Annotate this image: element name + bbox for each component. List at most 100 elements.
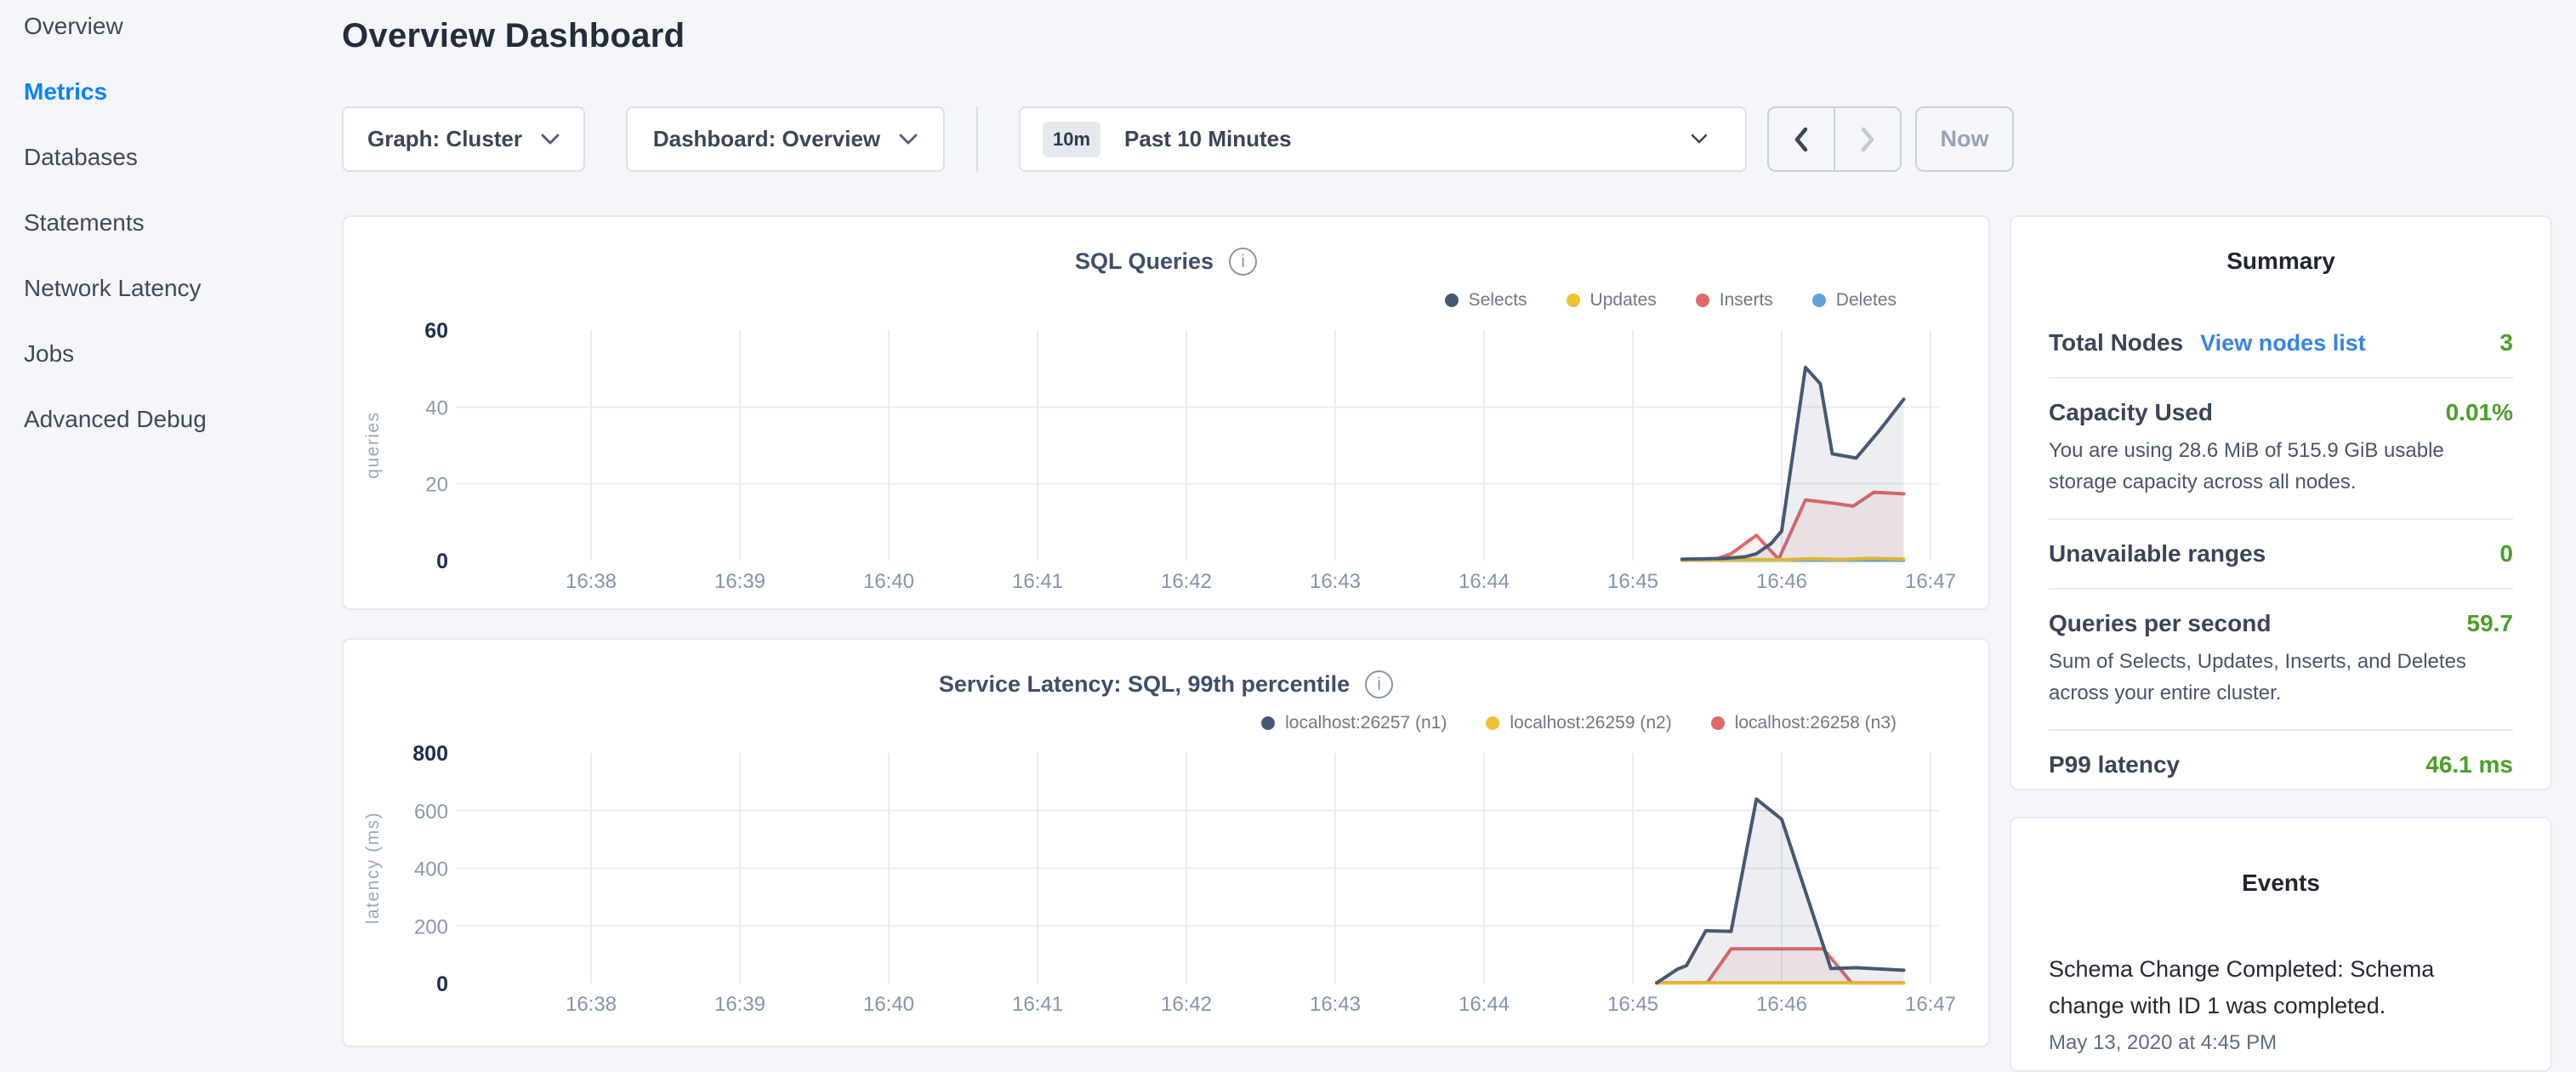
- summary-row-label: Queries per second: [2049, 610, 2271, 637]
- legend-label: Selects: [1469, 290, 1527, 311]
- sidebar-item-advanced-debug[interactable]: Advanced Debug: [24, 405, 342, 434]
- x-tick-label: 16:38: [566, 993, 617, 1016]
- x-tick-label: 16:43: [1310, 993, 1361, 1016]
- legend-label: localhost:26258 (n3): [1735, 713, 1896, 733]
- x-tick-label: 16:44: [1459, 993, 1510, 1016]
- summary-row-capacity-used: Capacity Used 0.01%: [2049, 399, 2513, 426]
- y-tick-label: 0: [436, 972, 448, 996]
- x-tick-label: 16:42: [1161, 570, 1212, 593]
- summary-row-total-nodes: Total NodesView nodes list3: [2049, 329, 2513, 356]
- info-icon[interactable]: i: [1229, 248, 1257, 276]
- summary-row-value: 59.7: [2467, 610, 2514, 637]
- info-icon[interactable]: i: [1365, 670, 1393, 699]
- legend-dot: [1812, 294, 1826, 307]
- chart-title: SQL Queries: [1075, 248, 1214, 275]
- summary-divider: [2049, 729, 2513, 731]
- legend-label: Updates: [1590, 290, 1657, 311]
- chevron-down-icon: [899, 134, 918, 145]
- summary-panel: Summary Total NodesView nodes list3Capac…: [2010, 215, 2552, 790]
- legend-dot: [1486, 716, 1499, 730]
- sql-queries-plot[interactable]: 16:3816:3916:4016:4116:4216:4316:4416:45…: [344, 319, 1988, 608]
- y-tick-label: 200: [414, 915, 448, 938]
- graph-dropdown[interactable]: Graph: Cluster: [342, 106, 585, 172]
- legend-label: Deletes: [1836, 290, 1896, 311]
- legend-item-localhost-26258-n3: localhost:26258 (n3): [1711, 713, 1896, 733]
- summary-row-label: Unavailable ranges: [2049, 540, 2266, 567]
- summary-row-label: P99 latency: [2049, 751, 2180, 778]
- x-tick-label: 16:45: [1607, 993, 1658, 1016]
- sidebar-item-metrics[interactable]: Metrics: [24, 77, 342, 106]
- time-back-button[interactable]: [1769, 108, 1834, 170]
- summary-row-unavailable-ranges: Unavailable ranges 0: [2049, 540, 2513, 567]
- legend-dot: [1261, 716, 1275, 730]
- chart-legend: localhost:26257 (n1) localhost:26259 (n2)…: [1261, 713, 1896, 733]
- summary-row-queries-per-second: Queries per second 59.7: [2049, 610, 2513, 637]
- y-tick-label: 600: [414, 801, 448, 824]
- legend-label: Inserts: [1720, 290, 1773, 311]
- summary-row-label: Capacity Used: [2049, 399, 2213, 426]
- graph-dropdown-label: Graph: Cluster: [367, 126, 522, 152]
- summary-row-label: Total Nodes: [2049, 329, 2183, 356]
- time-range-dropdown[interactable]: 10m Past 10 Minutes: [1019, 106, 1747, 172]
- summary-heading: Summary: [2049, 248, 2513, 275]
- x-tick-label: 16:40: [863, 570, 914, 593]
- legend-dot: [1567, 294, 1580, 307]
- sidebar-item-databases[interactable]: Databases: [24, 143, 342, 172]
- right-column: Summary Total NodesView nodes list3Capac…: [2010, 215, 2552, 1072]
- events-heading: Events: [2049, 870, 2513, 897]
- sidebar-item-statements[interactable]: Statements: [24, 208, 342, 237]
- x-tick-label: 16:44: [1459, 570, 1510, 593]
- legend-item-localhost-26259-n2: localhost:26259 (n2): [1486, 713, 1671, 733]
- x-tick-label: 16:41: [1012, 993, 1063, 1016]
- dashboard-dropdown-label: Dashboard: Overview: [653, 126, 880, 152]
- y-tick-label: 800: [412, 742, 448, 766]
- y-axis-unit-label: latency (ms): [363, 812, 383, 924]
- sql-queries-chart-card: SQL Queries i Selects Updates Inserts Delet…: [342, 215, 1990, 610]
- legend-dot: [1711, 716, 1725, 730]
- legend-dot: [1445, 294, 1459, 307]
- summary-row-description: You are using 28.6 MiB of 515.9 GiB usab…: [2049, 435, 2513, 498]
- chevron-down-icon: [541, 134, 560, 145]
- chart-title: Service Latency: SQL, 99th percentile: [939, 671, 1350, 698]
- summary-divider: [2049, 518, 2513, 520]
- events-panel: Events Schema Change Completed: Schema c…: [2010, 817, 2552, 1072]
- x-tick-label: 16:46: [1756, 570, 1807, 593]
- view-nodes-list-link[interactable]: View nodes list: [2200, 330, 2366, 356]
- legend-label: localhost:26257 (n1): [1285, 713, 1447, 733]
- main-content: Overview Dashboard Graph: Cluster Dashbo…: [342, 0, 1990, 1052]
- service-latency-plot[interactable]: 16:3816:3916:4016:4116:4216:4316:4416:45…: [344, 742, 1988, 1031]
- event-message: Schema Change Completed: Schema change w…: [2049, 951, 2513, 1024]
- summary-row-value: 0.01%: [2446, 399, 2513, 426]
- x-tick-label: 16:38: [566, 570, 617, 593]
- summary-row-p99-latency: P99 latency46.1 ms: [2049, 751, 2513, 778]
- dashboard-dropdown[interactable]: Dashboard: Overview: [626, 106, 945, 172]
- x-tick-label: 16:39: [714, 570, 765, 593]
- time-range-label: Past 10 Minutes: [1124, 126, 1292, 152]
- chart-legend: Selects Updates Inserts Deletes: [1445, 290, 1896, 311]
- chevron-down-icon: [1691, 134, 1708, 145]
- y-tick-label: 400: [414, 858, 448, 881]
- x-tick-label: 16:46: [1756, 993, 1807, 1016]
- legend-item-updates: Updates: [1567, 290, 1657, 311]
- x-tick-label: 16:47: [1905, 993, 1956, 1016]
- x-tick-label: 16:40: [863, 993, 914, 1016]
- sidebar-item-network-latency[interactable]: Network Latency: [24, 274, 342, 303]
- sidebar-item-jobs[interactable]: Jobs: [24, 339, 342, 368]
- page-title: Overview Dashboard: [342, 17, 685, 55]
- legend-item-deletes: Deletes: [1812, 290, 1896, 311]
- time-step-buttons: [1767, 106, 1902, 172]
- summary-row-value: 0: [2499, 540, 2513, 567]
- chevron-right-icon: [1860, 127, 1875, 152]
- time-range-badge: 10m: [1043, 122, 1100, 157]
- x-tick-label: 16:39: [714, 993, 765, 1016]
- y-tick-label: 20: [425, 474, 448, 497]
- summary-divider: [2049, 377, 2513, 379]
- service-latency-chart-card: Service Latency: SQL, 99th percentile i …: [342, 638, 1990, 1047]
- now-button[interactable]: Now: [1915, 106, 2014, 172]
- y-tick-label: 0: [436, 550, 448, 573]
- time-forward-button[interactable]: [1834, 108, 1900, 170]
- sidebar-item-overview[interactable]: Overview: [24, 12, 342, 41]
- legend-item-selects: Selects: [1445, 290, 1527, 311]
- x-tick-label: 16:43: [1310, 570, 1361, 593]
- sidebar-nav: Overview Metrics Databases Statements Networ…: [0, 0, 342, 1052]
